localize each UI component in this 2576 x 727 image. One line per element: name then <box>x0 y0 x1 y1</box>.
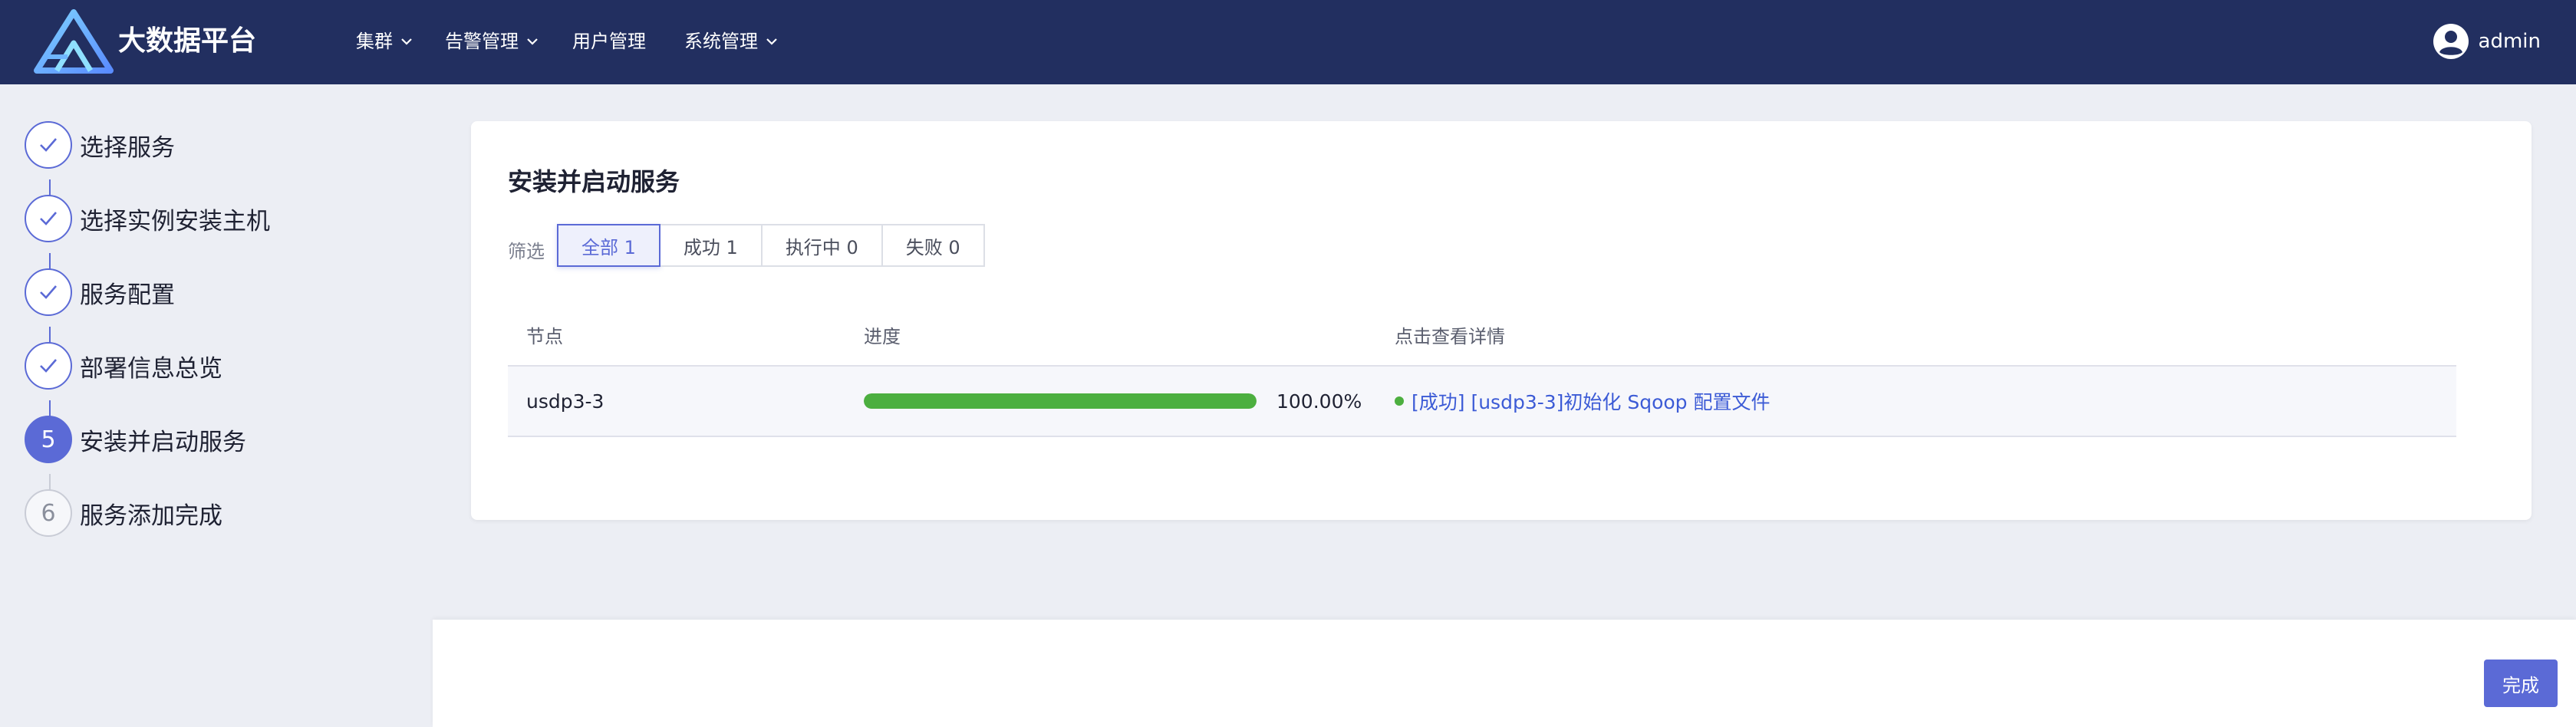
header-progress: 进度 <box>864 325 901 347</box>
top-navbar: 大数据平台 集群 告警管理 用户管理 系统管理 admin <box>0 0 2576 84</box>
nav-item-alert-management[interactable]: 告警管理 <box>445 26 540 57</box>
table-row: usdp3-3 100.00% [成功] [usdp3-3]初始化 Sqoop … <box>508 367 2456 437</box>
finish-button[interactable]: 完成 <box>2484 660 2558 707</box>
wizard-steps: 选择服务 选择实例安装主机 服务配置 部署信息总览 5 安装并启动服务 6 服务… <box>0 84 430 727</box>
step-label: 部署信息总览 <box>80 354 222 383</box>
install-table: 节点 进度 点击查看详情 usdp3-3 100.00% [成功] [usdp3… <box>508 304 2456 437</box>
header-detail: 点击查看详情 <box>1395 325 1505 347</box>
row-node: usdp3-3 <box>526 390 604 413</box>
chevron-down-icon <box>527 38 538 45</box>
step-deploy-overview: 部署信息总览 <box>25 342 222 390</box>
platform-title: 大数据平台 <box>118 25 257 57</box>
step-done-circle <box>25 342 72 390</box>
step-label: 选择实例安装主机 <box>80 207 270 235</box>
filter-label: 筛选 <box>508 241 545 262</box>
nav-item-user-management[interactable]: 用户管理 <box>572 26 646 57</box>
row-progress: 100.00% <box>864 390 1395 413</box>
nav-item-system-management[interactable]: 系统管理 <box>684 26 779 57</box>
progress-bar-fill <box>864 393 1257 409</box>
step-active-circle: 5 <box>25 416 72 463</box>
table-header: 节点 进度 点击查看详情 <box>508 304 2456 367</box>
install-card: 安装并启动服务 筛选 全部 1 成功 1 执行中 0 失败 0 节点 进度 点击… <box>471 121 2532 520</box>
step-label: 服务配置 <box>80 281 175 309</box>
filter-success-button[interactable]: 成功 1 <box>660 224 763 267</box>
step-service-config: 服务配置 <box>25 268 175 316</box>
detail-link[interactable]: [成功] [usdp3-3]初始化 Sqoop 配置文件 <box>1412 387 1771 415</box>
check-icon <box>40 359 57 373</box>
user-avatar-icon <box>2433 24 2469 59</box>
user-name: admin <box>2478 30 2541 53</box>
step-select-hosts: 选择实例安装主机 <box>25 195 270 242</box>
step-select-service: 选择服务 <box>25 121 175 169</box>
check-icon <box>40 285 57 299</box>
nav-item-cluster[interactable]: 集群 <box>356 26 414 57</box>
step-pending-circle: 6 <box>25 489 72 537</box>
step-done-circle <box>25 121 72 169</box>
progress-text: 100.00% <box>1276 390 1362 413</box>
step-done-circle <box>25 195 72 242</box>
footer-bar: 完成 <box>433 620 2576 727</box>
nav-item-label: 系统管理 <box>684 31 758 52</box>
progress-bar <box>864 393 1257 409</box>
step-label: 选择服务 <box>80 133 175 162</box>
success-dot-icon <box>1395 396 1404 406</box>
step-done-circle <box>25 268 72 316</box>
step-finish: 6 服务添加完成 <box>25 489 222 537</box>
filter-all-button[interactable]: 全部 1 <box>557 224 660 267</box>
step-label: 服务添加完成 <box>80 502 222 530</box>
nav-item-label: 告警管理 <box>445 31 519 52</box>
step-install-start: 5 安装并启动服务 <box>25 416 246 463</box>
row-detail: [成功] [usdp3-3]初始化 Sqoop 配置文件 <box>1395 387 2456 415</box>
filter-group: 全部 1 成功 1 执行中 0 失败 0 <box>557 224 985 267</box>
step-label: 安装并启动服务 <box>80 428 246 456</box>
platform-logo-icon[interactable] <box>34 9 114 74</box>
check-icon <box>40 212 57 225</box>
check-icon <box>40 138 57 152</box>
user-menu[interactable]: admin <box>2433 21 2541 61</box>
nav-item-label: 用户管理 <box>572 31 646 52</box>
header-node: 节点 <box>526 325 563 347</box>
chevron-down-icon <box>401 38 412 45</box>
nav-item-label: 集群 <box>356 31 393 52</box>
filter-running-button[interactable]: 执行中 0 <box>762 224 883 267</box>
chevron-down-icon <box>766 38 777 45</box>
filter-failed-button[interactable]: 失败 0 <box>882 224 985 267</box>
card-title: 安装并启动服务 <box>508 167 680 196</box>
